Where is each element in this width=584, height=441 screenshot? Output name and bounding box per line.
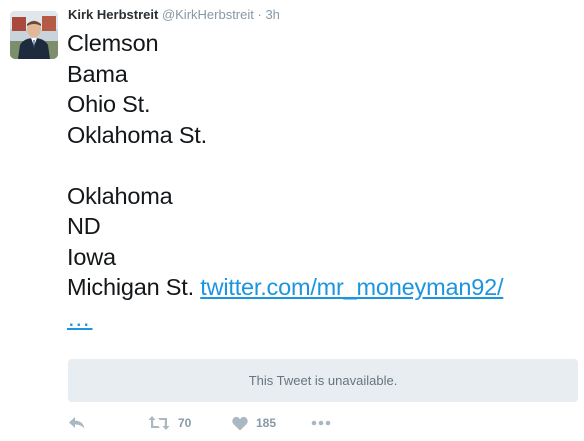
heart-icon [232,416,248,430]
tweet-link-continuation[interactable]: … [67,305,93,331]
tweet-line: Clemson [67,30,159,56]
author-name[interactable]: Kirk Herbstreit [68,7,158,22]
more-button[interactable] [311,410,331,436]
tweet-line: Michigan St. [67,274,201,300]
tweet-actions: 70 185 [68,410,578,436]
more-dots-icon [311,420,331,426]
tweet-line: Bama [67,60,128,87]
quoted-tweet-unavailable: This Tweet is unavailable. [68,359,578,402]
tweet-line: Ohio St. [67,91,151,117]
avatar[interactable] [10,11,58,59]
avatar-image [10,11,58,59]
tweet: Kirk Herbstreit @KirkHerbstreit · 3h Cle… [0,0,584,441]
tweet-header: Kirk Herbstreit @KirkHerbstreit · 3h [68,6,280,24]
header-separator: · [253,7,266,22]
tweet-text: Clemson Bama Ohio St. Oklahoma St. Oklah… [67,28,579,333]
retweet-count: 70 [178,416,192,430]
author-handle[interactable]: @KirkHerbstreit [162,7,254,22]
unavailable-message: This Tweet is unavailable. [248,373,398,388]
tweet-link[interactable]: twitter.com/mr_moneyman92/ [200,274,503,300]
reply-button[interactable] [68,410,86,436]
tweet-line: ND [67,213,101,239]
retweet-icon [148,416,170,430]
tweet-timestamp[interactable]: 3h [265,7,279,22]
retweet-button[interactable]: 70 [148,410,191,436]
reply-icon [69,417,85,429]
tweet-line: Iowa [67,243,116,270]
tweet-line: Oklahoma [67,182,173,209]
tweet-line-with-link: Michigan St. twitter.com/mr_moneyman92/ [67,272,579,303]
tweet-link-continuation-line: … [67,303,579,334]
like-count: 185 [256,416,277,430]
tweet-line: Oklahoma St. [67,121,207,148]
like-button[interactable]: 185 [232,410,276,436]
